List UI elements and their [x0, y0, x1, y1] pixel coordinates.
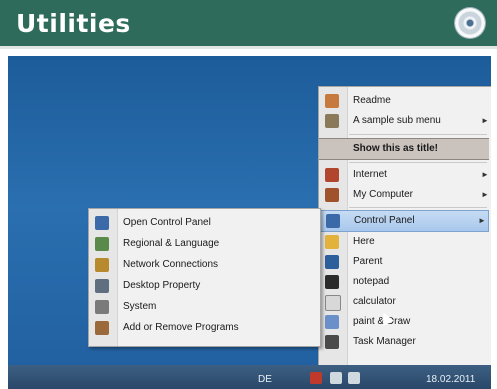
language-indicator[interactable]: DE: [258, 374, 272, 385]
control-panel-submenu: Open Control Panel Regional & Language N…: [88, 208, 321, 347]
menu-item-internet[interactable]: Internet ►: [319, 165, 491, 185]
submenu-item-desktop-property[interactable]: Desktop Property: [89, 276, 320, 296]
folder-up-icon: [325, 255, 339, 269]
volume-tray-icon[interactable]: [348, 372, 360, 384]
control-panel-icon: [95, 216, 109, 230]
computer-icon: [325, 188, 339, 202]
control-panel-icon: [326, 214, 340, 228]
menu-item-here[interactable]: Here: [319, 232, 491, 252]
submenu-arrow-icon: ►: [481, 116, 489, 125]
menu-item-paint[interactable]: paint & Draw: [319, 312, 491, 332]
tray-menu: Readme A sample sub menu ► Show this as …: [318, 86, 491, 366]
submenu-arrow-icon: ►: [478, 216, 486, 225]
menu-item-readme[interactable]: Readme: [319, 91, 491, 111]
menu-title-item: Show this as title!: [319, 138, 489, 160]
folder-icon: [325, 114, 339, 128]
submenu-item-network-connections[interactable]: Network Connections: [89, 255, 320, 275]
submenu-item-regional-language[interactable]: Regional & Language: [89, 234, 320, 254]
document-icon: [325, 94, 339, 108]
menu-item-my-computer[interactable]: My Computer ►: [319, 185, 491, 205]
calculator-icon: [325, 295, 341, 311]
menu-separator: [349, 207, 487, 208]
system-icon: [95, 300, 109, 314]
page-title: Utilities: [16, 9, 131, 38]
submenu-item-add-remove-programs[interactable]: Add or Remove Programs: [89, 318, 320, 338]
globe-icon: [325, 168, 339, 182]
network-tray-icon[interactable]: [330, 372, 342, 384]
globe-icon: [95, 237, 109, 251]
network-icon: [95, 258, 109, 272]
desktop-screenshot: Readme A sample sub menu ► Show this as …: [8, 56, 491, 389]
folder-icon: [325, 235, 339, 249]
submenu-item-system[interactable]: System: [89, 297, 320, 317]
menu-item-control-panel[interactable]: Control Panel ►: [319, 210, 489, 232]
menu-separator: [349, 134, 487, 135]
header-bar: Utilities: [0, 0, 497, 46]
task-manager-icon: [325, 335, 339, 349]
desktop-icon: [95, 279, 109, 293]
menu-item-task-manager[interactable]: Task Manager: [319, 332, 491, 352]
menu-item-parent[interactable]: Parent: [319, 252, 491, 272]
menu-item-notepad[interactable]: notepad: [319, 272, 491, 292]
programs-icon: [95, 321, 109, 335]
taskbar: DE 18.02.2011: [8, 365, 491, 389]
cd-disc-icon: [455, 8, 485, 38]
paint-icon: [325, 315, 339, 329]
menu-separator: [349, 162, 487, 163]
menu-item-sample-sub-menu[interactable]: A sample sub menu ►: [319, 111, 491, 131]
notepad-icon: [325, 275, 339, 289]
app-tray-icon[interactable]: [310, 372, 322, 384]
header-divider: [0, 46, 497, 49]
taskbar-date[interactable]: 18.02.2011: [426, 374, 475, 385]
submenu-arrow-icon: ►: [481, 190, 489, 199]
submenu-arrow-icon: ►: [481, 170, 489, 179]
submenu-item-open-control-panel[interactable]: Open Control Panel: [89, 213, 320, 233]
menu-item-calculator[interactable]: calculator: [319, 292, 491, 312]
